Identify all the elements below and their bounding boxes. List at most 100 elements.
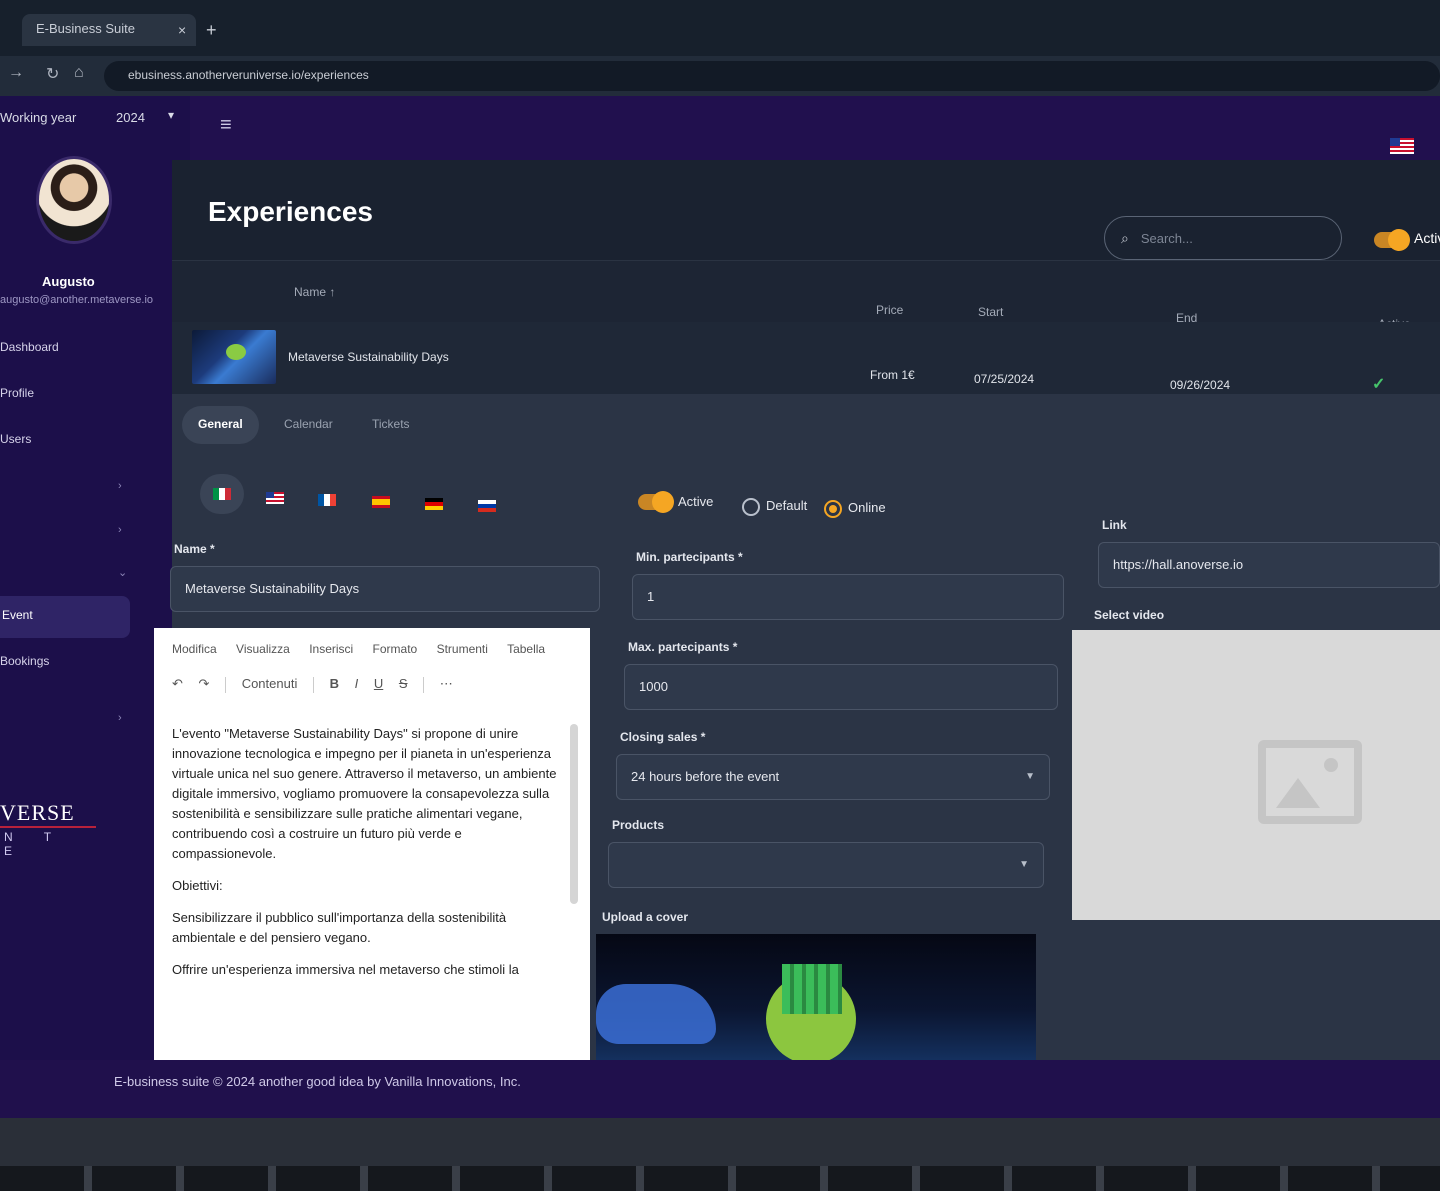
- sidebar-item-dashboard[interactable]: Dashboard: [0, 340, 59, 354]
- brand-logo: VERSE N T E: [0, 796, 96, 858]
- link-field[interactable]: https://hall.anoverse.io: [1098, 542, 1440, 588]
- footer-text: E-business suite © 2024 another good ide…: [114, 1074, 521, 1089]
- search-placeholder: Search...: [1140, 231, 1193, 246]
- editor-paragraph: Offrire un'esperienza immersiva nel meta…: [172, 962, 519, 977]
- us-flag-icon[interactable]: [266, 492, 284, 504]
- close-tab-icon[interactable]: ×: [178, 22, 186, 38]
- min-participants-field[interactable]: 1: [632, 574, 1064, 620]
- sidebar-item-profile[interactable]: Profile: [0, 386, 34, 400]
- editor-content[interactable]: L'evento "Metaverse Sustainability Days"…: [172, 724, 564, 992]
- laptop-keyboard: [0, 1166, 1440, 1191]
- cover-cloud-shape: [596, 984, 716, 1044]
- reload-icon[interactable]: ↻: [46, 64, 59, 84]
- active-filter-toggle[interactable]: [1374, 229, 1410, 251]
- upload-cover-label: Upload a cover: [602, 910, 689, 924]
- italic-icon[interactable]: I: [355, 676, 359, 691]
- table-header: Name ↑ Price Start End Active: [172, 260, 1440, 331]
- forward-icon[interactable]: →: [8, 64, 24, 82]
- image-placeholder-icon: [1258, 740, 1362, 824]
- browser-addressbar: → ↻ ⌂ ebusiness.anotherveruniverse.io/ex…: [0, 56, 1440, 96]
- link-label: Link: [1102, 518, 1127, 532]
- menu-modifica[interactable]: Modifica: [172, 642, 217, 656]
- default-radio[interactable]: [742, 498, 760, 516]
- sidebar-item-bookings[interactable]: Bookings: [0, 654, 49, 668]
- tab-tickets[interactable]: Tickets: [356, 406, 426, 444]
- active-toggle[interactable]: [638, 491, 674, 513]
- sidebar-item-event[interactable]: Event: [0, 596, 130, 638]
- italy-flag-icon[interactable]: [213, 488, 231, 500]
- max-participants-field[interactable]: 1000: [624, 664, 1058, 710]
- search-input[interactable]: ⌕ Search...: [1104, 216, 1342, 260]
- online-radio[interactable]: [824, 500, 842, 518]
- chevron-down-icon: ▼: [1019, 859, 1029, 870]
- sidebar-item-users[interactable]: Users: [0, 432, 31, 446]
- column-price[interactable]: Price: [876, 303, 903, 317]
- bold-icon[interactable]: B: [330, 676, 339, 691]
- sidebar-item-label: Event: [2, 608, 33, 622]
- max-participants-value: 1000: [639, 679, 668, 694]
- russia-flag-icon[interactable]: [478, 500, 496, 512]
- chevron-right-icon[interactable]: ›: [118, 524, 122, 536]
- editor-heading: Obiettivi:: [172, 878, 223, 893]
- closing-sales-select[interactable]: 24 hours before the event ▼: [616, 754, 1050, 800]
- description-editor[interactable]: Modifica Visualizza Inserisci Formato St…: [154, 628, 590, 1060]
- menu-formato[interactable]: Formato: [373, 642, 418, 656]
- menu-icon[interactable]: ≡: [220, 114, 232, 137]
- spain-flag-icon[interactable]: [372, 496, 390, 508]
- menu-strumenti[interactable]: Strumenti: [437, 642, 488, 656]
- chevron-down-icon[interactable]: ▾: [168, 108, 174, 122]
- tab-calendar[interactable]: Calendar: [268, 406, 349, 444]
- germany-flag-icon[interactable]: [425, 498, 443, 510]
- active-label: Active: [678, 494, 714, 509]
- more-icon[interactable]: ⋯: [440, 676, 453, 691]
- url-input[interactable]: ebusiness.anotherveruniverse.io/experien…: [104, 61, 1440, 91]
- active-filter-label: Active: [1414, 230, 1440, 246]
- column-name[interactable]: Name ↑: [294, 285, 335, 299]
- name-value: Metaverse Sustainability Days: [185, 581, 360, 596]
- content-style-select[interactable]: Contenuti: [242, 676, 298, 691]
- chevron-down-icon: ▼: [1025, 771, 1035, 782]
- toolbar-divider: [423, 676, 425, 693]
- table-row[interactable]: Metaverse Sustainability Days From 1€ 07…: [172, 322, 1440, 394]
- editor-scrollbar[interactable]: [570, 724, 578, 904]
- menu-visualizza[interactable]: Visualizza: [236, 642, 290, 656]
- products-select[interactable]: ▼: [608, 842, 1044, 888]
- column-start[interactable]: Start: [978, 305, 1003, 319]
- max-participants-label: Max. partecipants *: [628, 640, 738, 654]
- us-flag-icon[interactable]: [1390, 138, 1414, 154]
- new-tab-icon[interactable]: +: [206, 20, 217, 41]
- editor-paragraph: Sensibilizzare il pubblico sull'importan…: [172, 910, 507, 945]
- tab-general[interactable]: General: [182, 406, 259, 444]
- user-email: augusto@another.metaverse.io: [0, 294, 154, 306]
- cover-city-shape: [782, 964, 842, 1014]
- editor-menubar: Modifica Visualizza Inserisci Formato St…: [172, 642, 561, 656]
- undo-icon[interactable]: ↶: [172, 676, 183, 691]
- chevron-right-icon[interactable]: ›: [118, 480, 122, 492]
- chevron-right-icon[interactable]: ›: [118, 712, 122, 724]
- avatar[interactable]: [36, 156, 112, 244]
- brand-logo-sub: N T E: [4, 830, 65, 858]
- min-participants-value: 1: [647, 589, 655, 604]
- cover-image[interactable]: [596, 934, 1036, 1060]
- home-icon[interactable]: ⌂: [74, 64, 84, 82]
- redo-icon[interactable]: ↷: [199, 676, 210, 691]
- products-label: Products: [612, 818, 665, 832]
- underline-icon[interactable]: U: [374, 676, 383, 691]
- menu-inserisci[interactable]: Inserisci: [309, 642, 353, 656]
- browser-tab[interactable]: E-Business Suite: [22, 14, 196, 46]
- closing-sales-label: Closing sales *: [620, 730, 706, 744]
- video-picker[interactable]: [1072, 630, 1440, 920]
- menu-tabella[interactable]: Tabella: [507, 642, 545, 656]
- strikethrough-icon[interactable]: S: [399, 676, 408, 691]
- row-start: 07/25/2024: [974, 372, 1035, 386]
- chevron-down-icon[interactable]: ⌄: [118, 566, 127, 579]
- top-header: ≡: [190, 96, 1440, 160]
- france-flag-icon[interactable]: [318, 494, 336, 506]
- closing-sales-value: 24 hours before the event: [631, 769, 780, 784]
- working-year-select[interactable]: 2024: [116, 110, 145, 125]
- check-icon: ✓: [1372, 376, 1386, 393]
- editor-paragraph: L'evento "Metaverse Sustainability Days"…: [172, 726, 557, 861]
- name-field[interactable]: Metaverse Sustainability Days: [170, 566, 600, 612]
- editor-toolbar: ↶ ↷ Contenuti B I U S ⋯: [172, 676, 465, 693]
- select-video-label: Select video: [1094, 608, 1165, 622]
